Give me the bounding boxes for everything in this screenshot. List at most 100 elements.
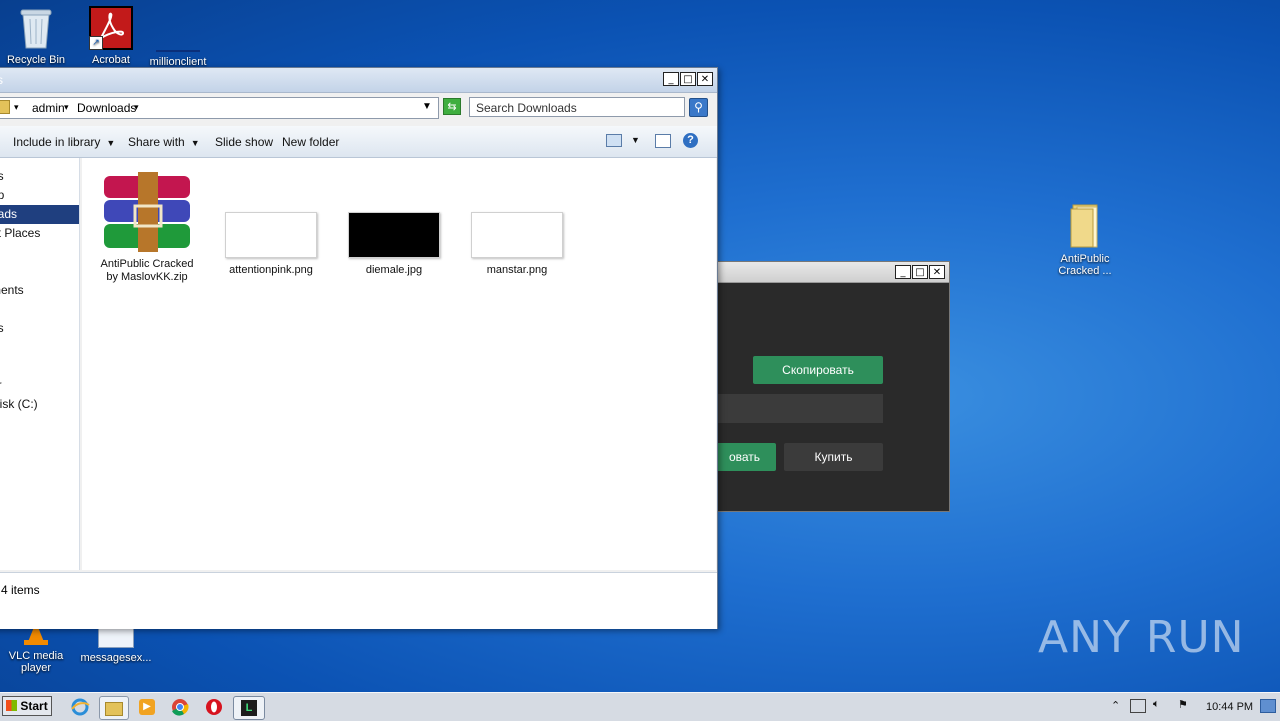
nav-item[interactable]: nt Places (0, 224, 79, 243)
close-button[interactable]: ✕ (697, 72, 713, 86)
help-icon[interactable]: ? (683, 133, 698, 148)
status-bar: 4 items (0, 572, 717, 629)
desktop-icon-label: VLC media player (8, 650, 64, 674)
taskbar: Start ▶ L ⌃ 🔈︎ ⚑ 10:44 PM (0, 692, 1280, 721)
folder-icon (1067, 203, 1103, 249)
opera-icon[interactable] (203, 696, 225, 718)
watermark-text: ANY RUN (1038, 612, 1245, 663)
nav-item-downloads[interactable]: oads (0, 205, 79, 224)
activate-button[interactable]: овать (713, 443, 776, 471)
new-folder-button[interactable]: New folder (282, 135, 339, 149)
breadcrumb-admin[interactable]: admin (32, 101, 65, 115)
document-icon (98, 628, 134, 648)
file-name: manstar.png (486, 264, 548, 276)
nav-item-local-disk[interactable]: Disk (C:) (0, 395, 79, 414)
shortcut-arrow-icon: ↗ (89, 36, 103, 50)
address-bar[interactable]: ▾ admin ▾ Downloads ▾ ▼ (0, 97, 439, 119)
copy-button[interactable]: Скопировать (753, 356, 883, 384)
network-icon[interactable] (1130, 699, 1146, 713)
maximize-button[interactable]: □ (680, 72, 696, 86)
nav-item[interactable]: ments (0, 281, 79, 300)
chevron-down-icon: ▼ (106, 138, 116, 148)
folder-nav-icon (0, 100, 10, 114)
nav-item[interactable]: es (0, 319, 79, 338)
history-dropdown-icon[interactable]: ▼ (422, 101, 432, 112)
chevron-down-icon[interactable]: ▼ (631, 135, 640, 145)
windows-logo-icon (6, 700, 17, 711)
chrome-icon[interactable] (169, 696, 191, 718)
item-count: 4 items (1, 583, 40, 597)
show-desktop-icon[interactable] (1260, 699, 1276, 713)
media-player-icon[interactable]: ▶ (136, 696, 158, 718)
desktop-icon-recycle-bin[interactable]: Recycle Bin (0, 6, 74, 66)
desktop-icon-label: Acrobat (92, 54, 130, 66)
desktop-icon-antipublic-folder[interactable]: AntiPublic Cracked ... (1047, 203, 1123, 277)
desktop-icon-label: AntiPublic Cracked ... (1058, 253, 1112, 277)
window-title: s (0, 73, 3, 87)
nav-item[interactable]: es (0, 167, 79, 186)
file-name: diemale.jpg (365, 264, 423, 276)
refresh-button[interactable]: ⇆ (443, 98, 461, 115)
navigation-pane: es op oads nt Places s ments es s er Dis… (0, 158, 80, 570)
minimize-button[interactable]: _ (895, 265, 911, 279)
clock[interactable]: 10:44 PM (1206, 701, 1253, 713)
recycle-bin-icon (19, 6, 53, 50)
nav-item[interactable]: s (0, 262, 79, 281)
include-in-library-button[interactable]: Include in library ▼ (13, 135, 115, 149)
nav-item[interactable]: s (0, 338, 79, 357)
file-item[interactable]: diemale.jpg (344, 212, 444, 277)
nav-item[interactable]: k (0, 433, 79, 452)
acrobat-icon: ↗ (89, 6, 133, 50)
image-thumbnail (471, 212, 563, 258)
volume-icon[interactable]: 🔈︎ (1153, 698, 1160, 711)
desktop-icon-label: Recycle Bin (6, 54, 66, 66)
start-button[interactable]: Start (2, 696, 52, 716)
app-titlebar: _ □ ✕ (713, 262, 949, 283)
explorer-titlebar: s _ □ ✕ (0, 68, 717, 93)
preview-pane-icon[interactable] (655, 134, 671, 148)
search-icon[interactable]: ⚲ (689, 98, 708, 117)
include-in-library-label: Include in library (13, 135, 101, 149)
app-taskbar-icon[interactable]: L (233, 696, 265, 720)
explorer-window: s _ □ ✕ ▾ admin ▾ Downloads ▾ ▼ ⇆ Search… (0, 67, 718, 629)
file-name: attentionpink.png (229, 264, 313, 276)
breadcrumb-downloads[interactable]: Downloads (77, 101, 136, 115)
close-button[interactable]: ✕ (929, 265, 945, 279)
chevron-down-icon[interactable]: ▾ (134, 102, 139, 113)
app-window: _ □ ✕ Скопировать овать Купить (712, 261, 950, 512)
internet-explorer-icon[interactable] (69, 696, 91, 718)
search-input[interactable]: Search Downloads (469, 97, 685, 117)
watermark: ANY RUN (1038, 612, 1245, 663)
view-options-icon[interactable] (606, 134, 622, 147)
file-list: AntiPublic Cracked by MaslovKK.zip atten… (82, 158, 716, 570)
flag-icon[interactable]: ⚑ (1178, 698, 1188, 711)
minimize-button[interactable]: _ (663, 72, 679, 86)
share-with-button[interactable]: Share with ▼ (128, 135, 200, 149)
file-item[interactable]: manstar.png (467, 212, 567, 277)
buy-button[interactable]: Купить (784, 443, 883, 471)
slide-show-button[interactable]: Slide show (215, 135, 273, 149)
command-bar: Include in library ▼ Share with ▼ Slide sh… (0, 126, 717, 158)
image-thumbnail (225, 212, 317, 258)
file-explorer-icon[interactable] (99, 696, 129, 720)
breadcrumb-arrow-icon[interactable]: ▾ (14, 102, 19, 113)
key-input[interactable] (713, 394, 883, 423)
file-item[interactable]: attentionpink.png (221, 212, 321, 277)
chevron-down-icon: ▼ (190, 138, 200, 148)
share-with-label: Share with (128, 135, 185, 149)
nav-item[interactable]: er (0, 376, 79, 395)
app-icon (156, 6, 200, 52)
desktop-icon-acrobat[interactable]: ↗ Acrobat (73, 6, 149, 66)
address-row: ▾ admin ▾ Downloads ▾ ▼ ⇆ Search Downloa… (0, 96, 717, 120)
chevron-down-icon[interactable]: ▾ (64, 102, 69, 113)
image-thumbnail (348, 212, 440, 258)
desktop-icon-millionclient[interactable]: millionclient (140, 6, 216, 68)
nav-item[interactable]: op (0, 186, 79, 205)
show-hidden-icons-icon[interactable]: ⌃ (1111, 699, 1120, 712)
start-label: Start (20, 699, 48, 713)
archive-icon (102, 172, 192, 252)
file-item[interactable]: AntiPublic Cracked by MaslovKK.zip (97, 172, 197, 284)
maximize-button[interactable]: □ (912, 265, 928, 279)
desktop-icon-label: messagesex... (80, 652, 152, 664)
file-name: AntiPublic Cracked by MaslovKK.zip (100, 258, 194, 283)
